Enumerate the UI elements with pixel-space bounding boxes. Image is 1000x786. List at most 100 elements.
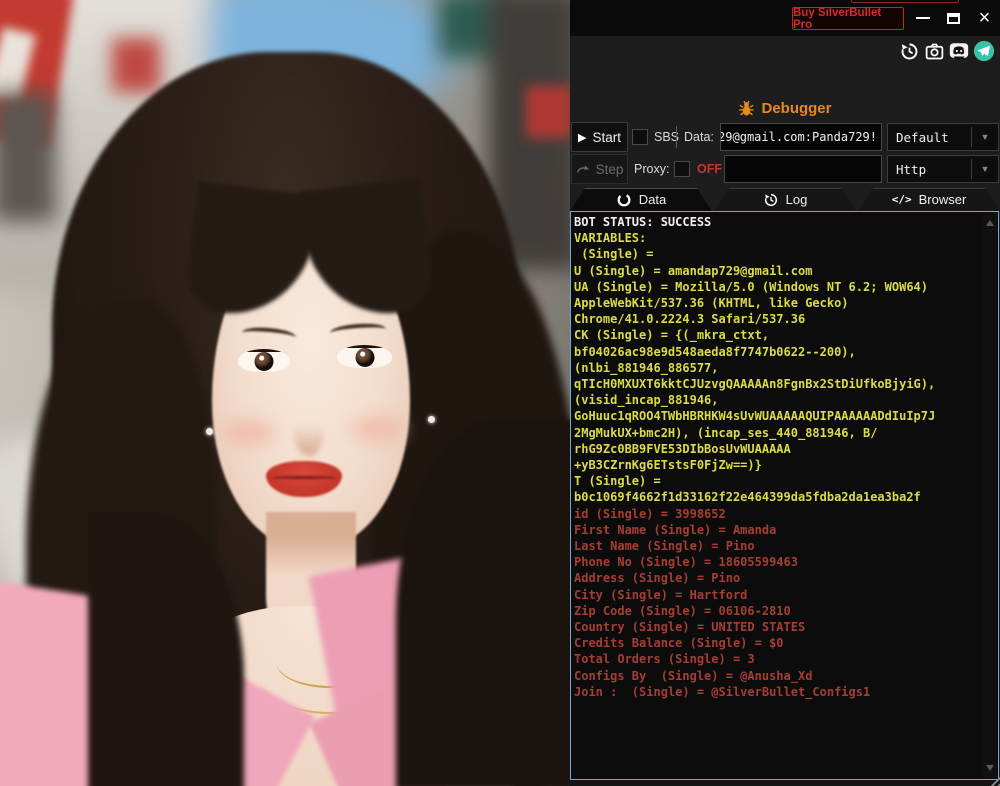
code-icon: </> [891,193,912,206]
sbs-checkbox[interactable] [632,129,648,145]
console-line: First Name (Single) = Amanda [574,522,777,537]
console-line: Configs By (Single) = @Anusha_Xd [574,668,813,683]
start-button[interactable]: ▶ Start [571,122,628,152]
minimize-button[interactable] [907,0,938,36]
photo-pedestrians [0,92,56,222]
screen: Buy SilverBullet Pro Buy SilverBullet Pr… [0,0,1000,786]
title-bar[interactable]: Buy SilverBullet Pro Buy SilverBullet Pr… [570,0,1000,36]
console-line: Country (Single) = UNITED STATES [574,620,806,635]
maximize-icon [947,12,960,24]
scroll-up-icon[interactable] [986,220,994,226]
debugger-title: Debugger [761,99,832,117]
console-output[interactable]: BOT STATUS: SUCCESS VARIABLES: (Single) … [574,214,982,777]
console-panel: BOT STATUS: SUCCESS VARIABLES: (Single) … [570,211,999,780]
console-line: Last Name (Single) = Pino [574,539,755,554]
console-line: Phone No (Single) = 18605599463 [574,555,798,570]
window-bottom-edge [570,780,1000,786]
data-tab-icon [616,192,632,208]
close-button[interactable]: × [969,0,1000,36]
quick-toolbar [898,38,995,64]
console-line: b0c1069f4662f1d33162f22e464399da5fdba2da… [574,490,921,505]
console-line: CK (Single) = {(_mkra_ctxt, [574,328,770,343]
photo-iris [254,352,274,371]
photo-red-sign-small [112,38,160,92]
proxy-status-badge: OFF [697,162,722,176]
console-line: Credits Balance (Single) = $0 [574,636,784,651]
console-line: Join : (Single) = @SilverBullet_Configs1 [574,684,871,699]
console-line: BOT STATUS: SUCCESS [574,215,712,229]
photo-earring-left [206,428,213,435]
scroll-down-icon[interactable] [986,765,994,771]
console-line: rhG9Zc0BB9FVE53DIbBosUvWUAAAAA [574,441,791,456]
buy-silverbullet-pro-button[interactable]: Buy SilverBullet Pro [792,7,904,31]
chevron-down-icon: ▼ [980,132,990,142]
chevron-down-icon: ▼ [980,164,990,174]
proxy-label: Proxy: [634,162,670,176]
photo-eye-right [337,345,392,368]
discord-button[interactable] [948,40,970,62]
tab-browser[interactable]: </> Browser [858,188,1000,211]
console-line: Total Orders (Single) = 3 [574,652,755,667]
debugger-header: Debugger [570,96,1000,120]
data-input-value: amandap729@gmail.com:Panda729! [721,130,877,144]
console-line: Zip Code (Single) = 06106-2810 [574,603,791,618]
wallpaper-portrait-photo [0,0,570,786]
console-line: GoHuuc1qROO4TWbHBRHKW4sUvWUAAAAAQUIPAAAA… [574,409,936,424]
photo-iris [355,348,374,367]
screenshot-button[interactable] [923,40,945,62]
photo-blush [222,420,274,446]
minimize-icon [915,17,930,19]
maximize-button[interactable] [938,0,969,36]
step-icon [576,165,589,173]
divider [676,126,677,148]
console-line: (visid_incap_881946, [574,393,719,408]
tab-browser-label: Browser [918,192,967,207]
console-line: U (Single) = amandap729@gmail.com [574,263,813,278]
photo-earring-right [428,416,435,423]
control-row-1: ▶ Start SBS Data: amandap729@gmail.com:P… [570,122,1000,153]
console-line: UA (Single) = Mozilla/5.0 (Windows NT 6.… [574,279,929,294]
console-line: bf04026ac98e9d548aeda8f7747b0622--200), [574,344,856,359]
console-line: VARIABLES: [574,231,647,246]
proxy-checkbox[interactable] [674,161,690,177]
config-dropdown-value: Default [896,129,949,145]
config-dropdown[interactable]: Default ▼ [887,123,999,151]
control-row-2: Step Proxy: OFF Http ▼ [570,154,1000,185]
console-line: (Single) = [574,247,661,262]
close-icon: × [978,7,991,29]
proxy-type-value: Http [896,161,927,177]
tab-log-label: Log [785,192,808,207]
discord-icon [949,43,969,60]
console-line: 2MgMukUX+bmc2H), (incap_ses_440_881946, … [574,425,878,440]
start-label: Start [592,129,621,145]
console-line: (nlbi_881946_886577, [574,360,719,375]
history-button[interactable] [898,40,920,62]
console-line: +yB3CZrnKg6ETstsF0FjZw==)} [574,458,762,473]
history-icon [901,43,917,59]
camera-icon [925,43,943,59]
step-button[interactable]: Step [571,154,628,184]
tab-log[interactable]: Log [714,188,856,211]
tab-bar: Data Log </> Browser [570,188,1000,211]
proxy-type-dropdown[interactable]: Http ▼ [887,155,999,183]
data-input[interactable]: amandap729@gmail.com:Panda729! [720,123,882,151]
proxy-input[interactable] [724,155,882,183]
photo-eye-left [238,349,290,372]
photo-red-sign-right [526,86,570,138]
window-controls: × [907,0,1000,36]
console-line: id (Single) = 3998652 [574,506,726,521]
log-history-icon [763,192,779,208]
console-line: AppleWebKit/537.36 (KHTML, like Gecko) [574,296,849,311]
bug-icon [739,100,755,116]
console-line: City (Single) = Hartford [574,587,748,602]
console-scrollbar[interactable] [983,213,997,778]
silverbullet-debugger-window: Buy SilverBullet Pro Buy SilverBullet Pr… [570,0,1000,786]
step-label: Step [595,161,624,177]
tab-data-label: Data [638,192,667,207]
data-label: Data: [684,130,714,144]
tab-data[interactable]: Data [570,188,712,211]
console-line: qTIcH0MXUXT6kktCJUzvgQAAAAAn8FgnBx2StDiU… [574,377,936,392]
telegram-icon [973,40,995,62]
telegram-button[interactable] [973,40,995,62]
console-line: Address (Single) = Pino [574,571,741,586]
